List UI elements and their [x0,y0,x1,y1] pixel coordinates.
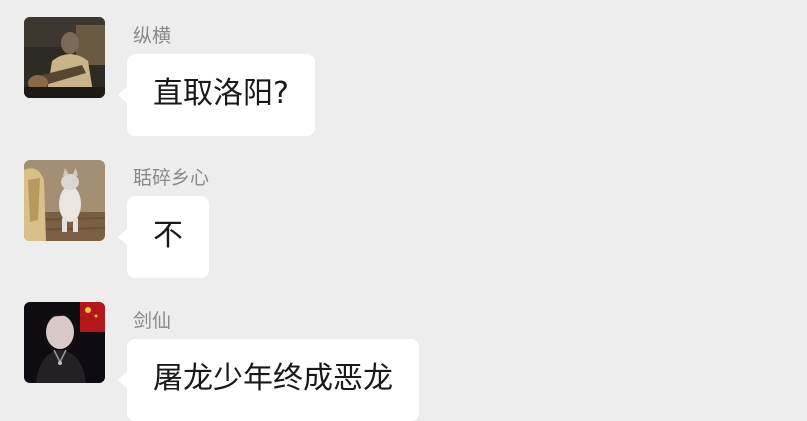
message-text: 不 [153,218,183,253]
man-with-guitar-photo-icon[interactable] [24,17,105,98]
chat-message-list: 纵横 直取洛阳? 聒碎乡心 不 剑仙 屠龙少年终成恶龙 [0,0,807,421]
message-text: 屠龙少年终成恶龙 [153,361,393,396]
sender-name: 聒碎乡心 [133,167,210,189]
cat-photo-icon[interactable] [24,160,105,241]
dark-portrait-photo-icon[interactable] [24,302,105,383]
message-bubble[interactable]: 不 [118,196,209,278]
message-bubble[interactable]: 直取洛阳? [118,54,315,136]
message-bubble[interactable]: 屠龙少年终成恶龙 [118,339,419,421]
sender-name: 剑仙 [133,310,172,332]
sender-name: 纵横 [133,25,172,47]
message-text: 直取洛阳? [153,76,289,111]
